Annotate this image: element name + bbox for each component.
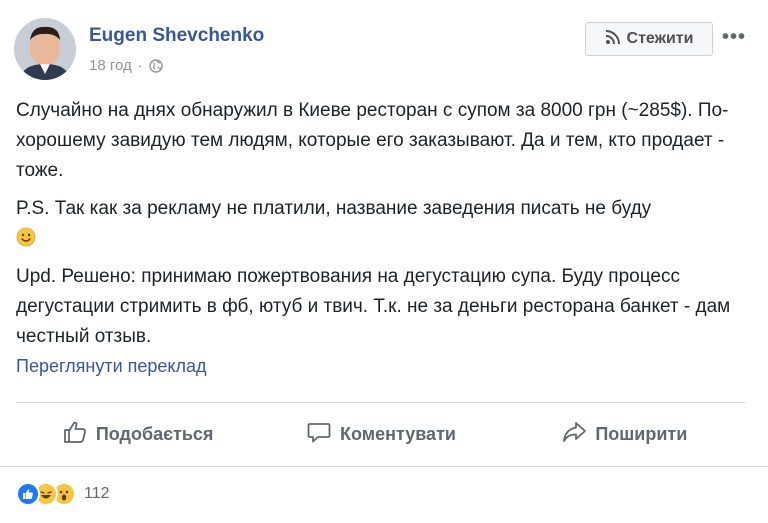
share-arrow-icon bbox=[561, 419, 587, 450]
post-paragraph-text: P.S. Так как за рекламу не платили, назв… bbox=[16, 198, 652, 219]
smile-emoji-icon bbox=[16, 227, 36, 247]
post-meta: 18 год · bbox=[89, 57, 163, 74]
action-bar: Подобається Коментувати Поширити bbox=[16, 412, 746, 456]
post-card: Eugen Shevchenko 18 год · Стежити ••• Сл… bbox=[0, 0, 768, 523]
more-options-icon[interactable]: ••• bbox=[722, 26, 746, 49]
post-paragraph: Случайно на днях обнаружил в Киеве ресто… bbox=[16, 100, 729, 181]
divider bbox=[0, 466, 768, 467]
rss-icon bbox=[605, 29, 621, 50]
meta-separator: · bbox=[137, 57, 143, 74]
author-avatar[interactable] bbox=[14, 18, 76, 80]
comment-bubble-icon bbox=[306, 419, 332, 450]
comment-label: Коментувати bbox=[340, 423, 456, 444]
thumbs-up-icon bbox=[62, 419, 88, 450]
post-body: Случайно на днях обнаружил в Киеве ресто… bbox=[16, 96, 746, 360]
see-translation-link[interactable]: Переглянути переклад bbox=[16, 356, 207, 377]
post-timestamp[interactable]: 18 год bbox=[89, 57, 132, 74]
post-paragraph: Upd. Решено: принимаю пожертвования на д… bbox=[16, 266, 731, 347]
reaction-count[interactable]: 112 bbox=[84, 485, 110, 503]
globe-icon[interactable] bbox=[149, 58, 163, 73]
post-paragraph: P.S. Так как за рекламу не платили, назв… bbox=[16, 194, 746, 254]
like-label: Подобається bbox=[95, 423, 214, 444]
follow-label: Стежити bbox=[626, 30, 694, 47]
divider bbox=[16, 402, 746, 403]
like-reaction-icon bbox=[16, 482, 40, 506]
share-button[interactable]: Поширити bbox=[503, 412, 746, 456]
follow-button[interactable]: Стежити bbox=[585, 22, 713, 56]
author-name[interactable]: Eugen Shevchenko bbox=[89, 25, 264, 47]
reactions-summary[interactable]: 112 bbox=[16, 482, 110, 506]
like-button[interactable]: Подобається bbox=[16, 412, 259, 456]
share-label: Поширити bbox=[595, 423, 688, 444]
comment-button[interactable]: Коментувати bbox=[259, 412, 502, 456]
